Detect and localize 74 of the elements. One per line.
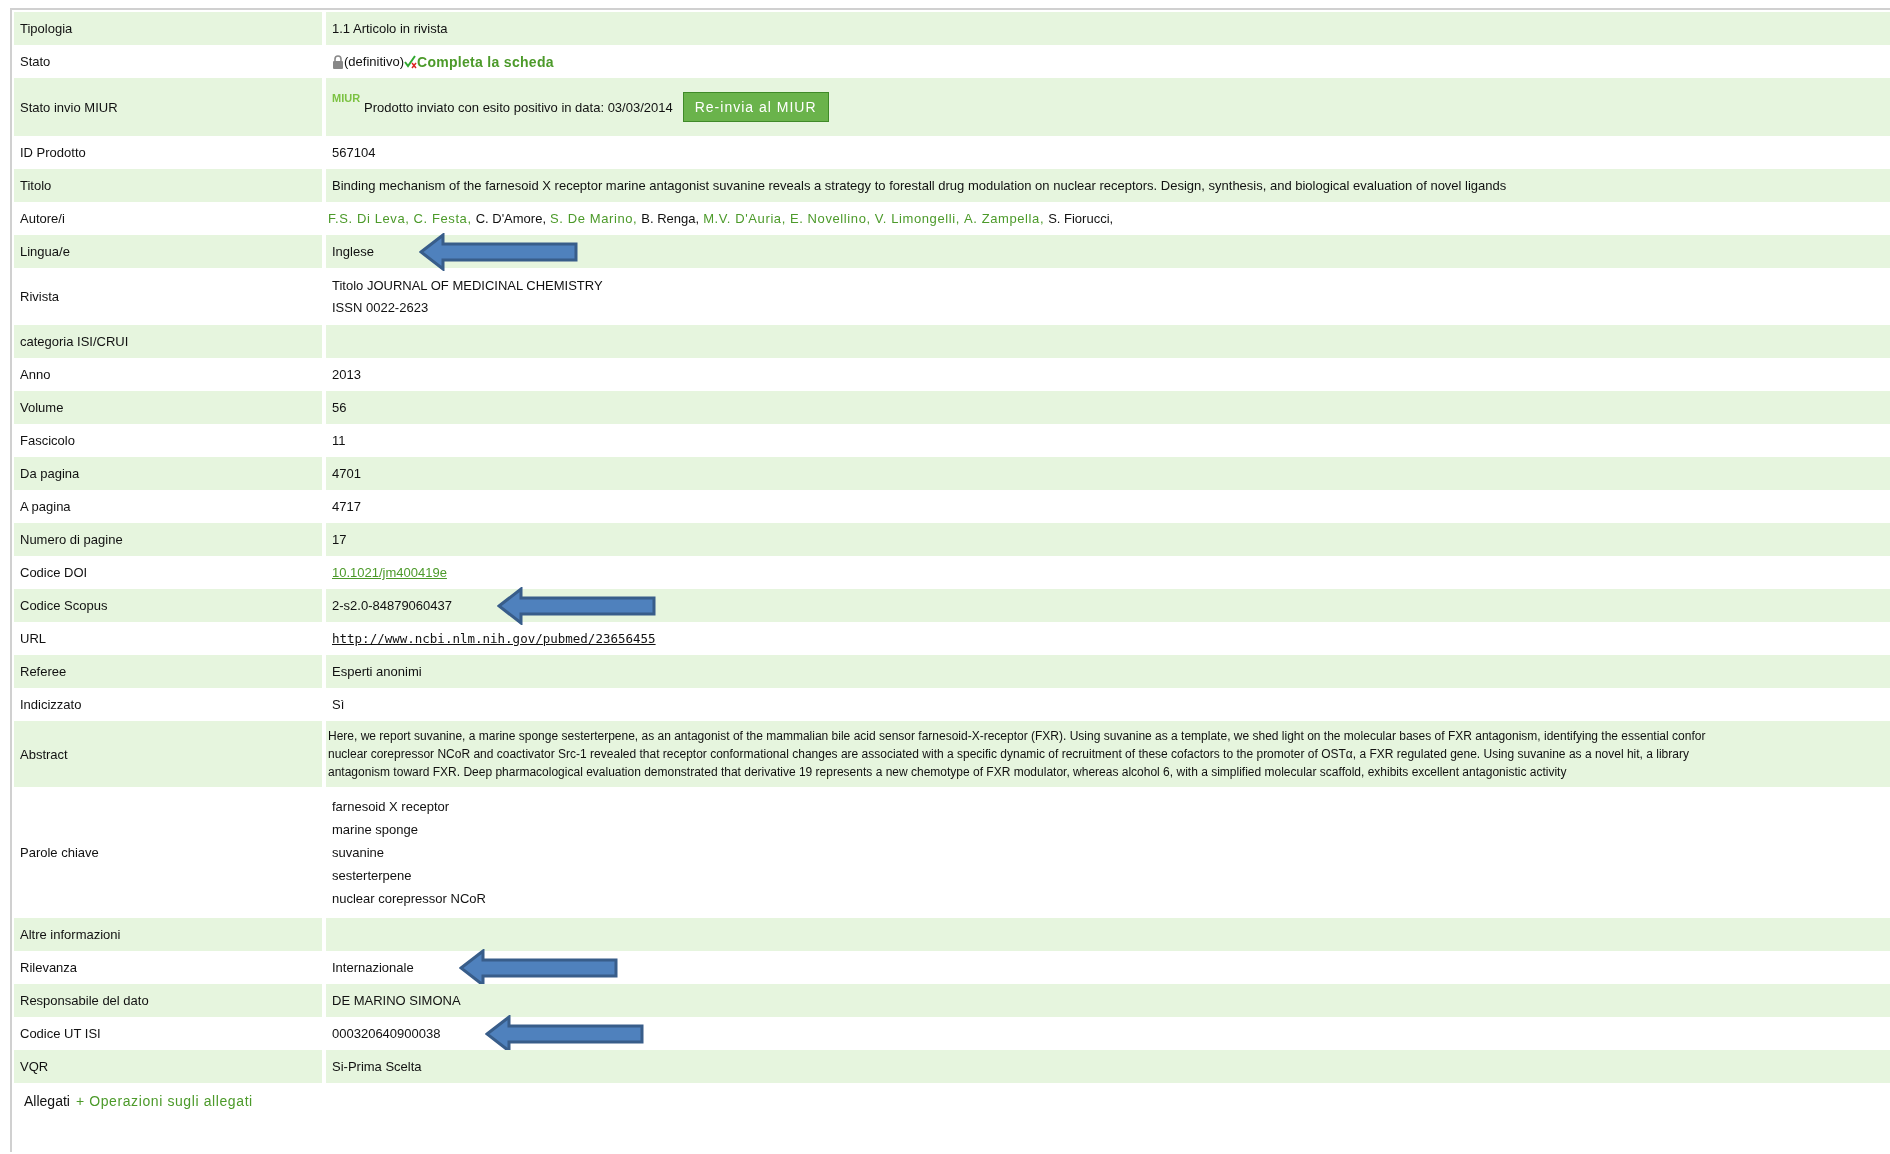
field-label: Da pagina [14, 457, 322, 490]
field-label: Rilevanza [19, 959, 79, 977]
author-link[interactable]: V. Limongelli, [874, 211, 960, 226]
field-value: 2013 [332, 367, 361, 382]
field-value-line: sesterterpene [332, 868, 412, 883]
abstract-line: antagonism toward FXR. Deep pharmacological evaluation demonstrated that derivative 19 represents a new chemotype of FXR modulator, whereas alcohol 6, with a simplified molecular scaffold, exhibits excellent antagonistic activity [328, 765, 1567, 779]
field-label: Indicizzato [19, 696, 83, 714]
field-value: 1.1 Articolo in rivista [332, 21, 448, 36]
field-value: 17 [332, 532, 347, 547]
author-name: C. D'Amore, [475, 211, 547, 226]
status-value: Prodotto inviato con esito positivo in data: 03/03/2014 [364, 99, 673, 115]
field-value: Sì [332, 697, 345, 712]
abstract-line: Here, we report suvanine, a marine sponge sesterterpene, as an antagonist of the mammalian bile acid sensor farnesoid-X-receptor (FXR). Using suvanine as a template, we shed light on the molecular bases of FXR antagonism, identifying the essential confor [328, 729, 1706, 743]
field-value-line: nuclear corepressor NCoR [332, 891, 486, 906]
field-label: VQR [14, 1050, 322, 1083]
status-value: (definitivo) [344, 54, 404, 69]
author-link[interactable]: C. Festa, [413, 211, 472, 226]
field-label: Rivista [19, 288, 60, 306]
field-label: ID Prodotto [19, 144, 87, 162]
miur-logo: MIUR [332, 92, 361, 104]
field-label: Fascicolo [19, 432, 76, 450]
check-cross-icon [403, 54, 417, 69]
author-name: B. Renga, [641, 211, 700, 226]
field-value: 4717 [332, 499, 361, 514]
field-label: Altre informazioni [14, 918, 322, 951]
field-value: 2-s2.0-84879060437 [332, 598, 452, 613]
field-label: Codice UT ISI [19, 1025, 102, 1043]
field-label: Lingua/e [14, 235, 322, 268]
author-name: S. Fiorucci, [1048, 211, 1114, 226]
field-value-line: marine sponge [332, 822, 418, 837]
field-value: DE MARINO SIMONA [332, 993, 461, 1008]
field-label: A pagina [19, 498, 72, 516]
field-label: Parole chiave [19, 844, 100, 862]
field-value: Si-Prima Scelta [332, 1059, 422, 1074]
field-value: 000320640900038 [332, 1026, 441, 1041]
attachments-label: Allegati [24, 1093, 70, 1109]
field-label: Volume [14, 391, 322, 424]
abstract-line: nuclear corepressor NCoR and coactivator Src-1 revealed that receptor conformational changes are associated with a specific dynamic of recruitment of these cofactors to the promoter of OSTα, a FXR regulated gene. Using suvanine as a novel hit, a library [328, 747, 1689, 761]
field-label: Responsabile del dato [14, 984, 322, 1017]
field-label: categoria ISI/CRUI [14, 325, 322, 358]
field-value: 4701 [332, 466, 361, 481]
field-value: Internazionale [332, 960, 414, 975]
field-value: 567104 [332, 145, 376, 160]
field-value: 56 [332, 400, 347, 415]
field-label: Numero di pagine [14, 523, 322, 556]
field-value-line: suvanine [332, 845, 385, 860]
field-value-line: ISSN 0022-2623 [332, 300, 429, 315]
field-value: Inglese [332, 244, 374, 259]
field-value: Esperti anonimi [332, 664, 422, 679]
field-label: Codice Scopus [14, 589, 322, 622]
field-label: Referee [14, 655, 322, 688]
field-label: Autore/i [19, 210, 66, 228]
author-link[interactable]: S. De Marino, [550, 211, 638, 226]
url-link[interactable]: http://www.ncbi.nlm.nih.gov/pubmed/23656455 [332, 631, 656, 646]
field-label: Titolo [14, 169, 322, 202]
field-label: Codice DOI [19, 564, 89, 582]
field-label: Stato invio MIUR [14, 78, 322, 136]
author-link[interactable]: M.V. D'Auria, [703, 211, 786, 226]
author-link[interactable]: A. Zampella, [963, 211, 1045, 226]
field-value-line: farnesoid X receptor [332, 799, 450, 814]
author-link[interactable]: E. Novellino, [789, 211, 871, 226]
attachments-link[interactable]: + Operazioni sugli allegati [75, 1093, 253, 1109]
field-value: Binding mechanism of the farnesoid X receptor marine antagonist suvanine reveals a strategy to forestall drug modulation on nuclear receptors. Design, synthesis, and biological evaluation of novel ligands [332, 178, 1507, 193]
field-value: 11 [332, 433, 346, 448]
field-label: Tipologia [14, 12, 322, 45]
resend-button[interactable]: Re-invia al MIUR [682, 92, 829, 122]
field-label: Anno [19, 366, 52, 384]
field-label: URL [19, 630, 47, 648]
field-value-line: Titolo JOURNAL OF MEDICINAL CHEMISTRY [332, 278, 603, 293]
field-label: Stato [19, 53, 52, 71]
field-label: Abstract [14, 721, 322, 787]
doi-link[interactable]: 10.1021/jm400419e [332, 565, 447, 580]
complete-link[interactable]: Completa la scheda [416, 53, 554, 70]
author-link[interactable]: F.S. Di Leva, [328, 211, 410, 226]
